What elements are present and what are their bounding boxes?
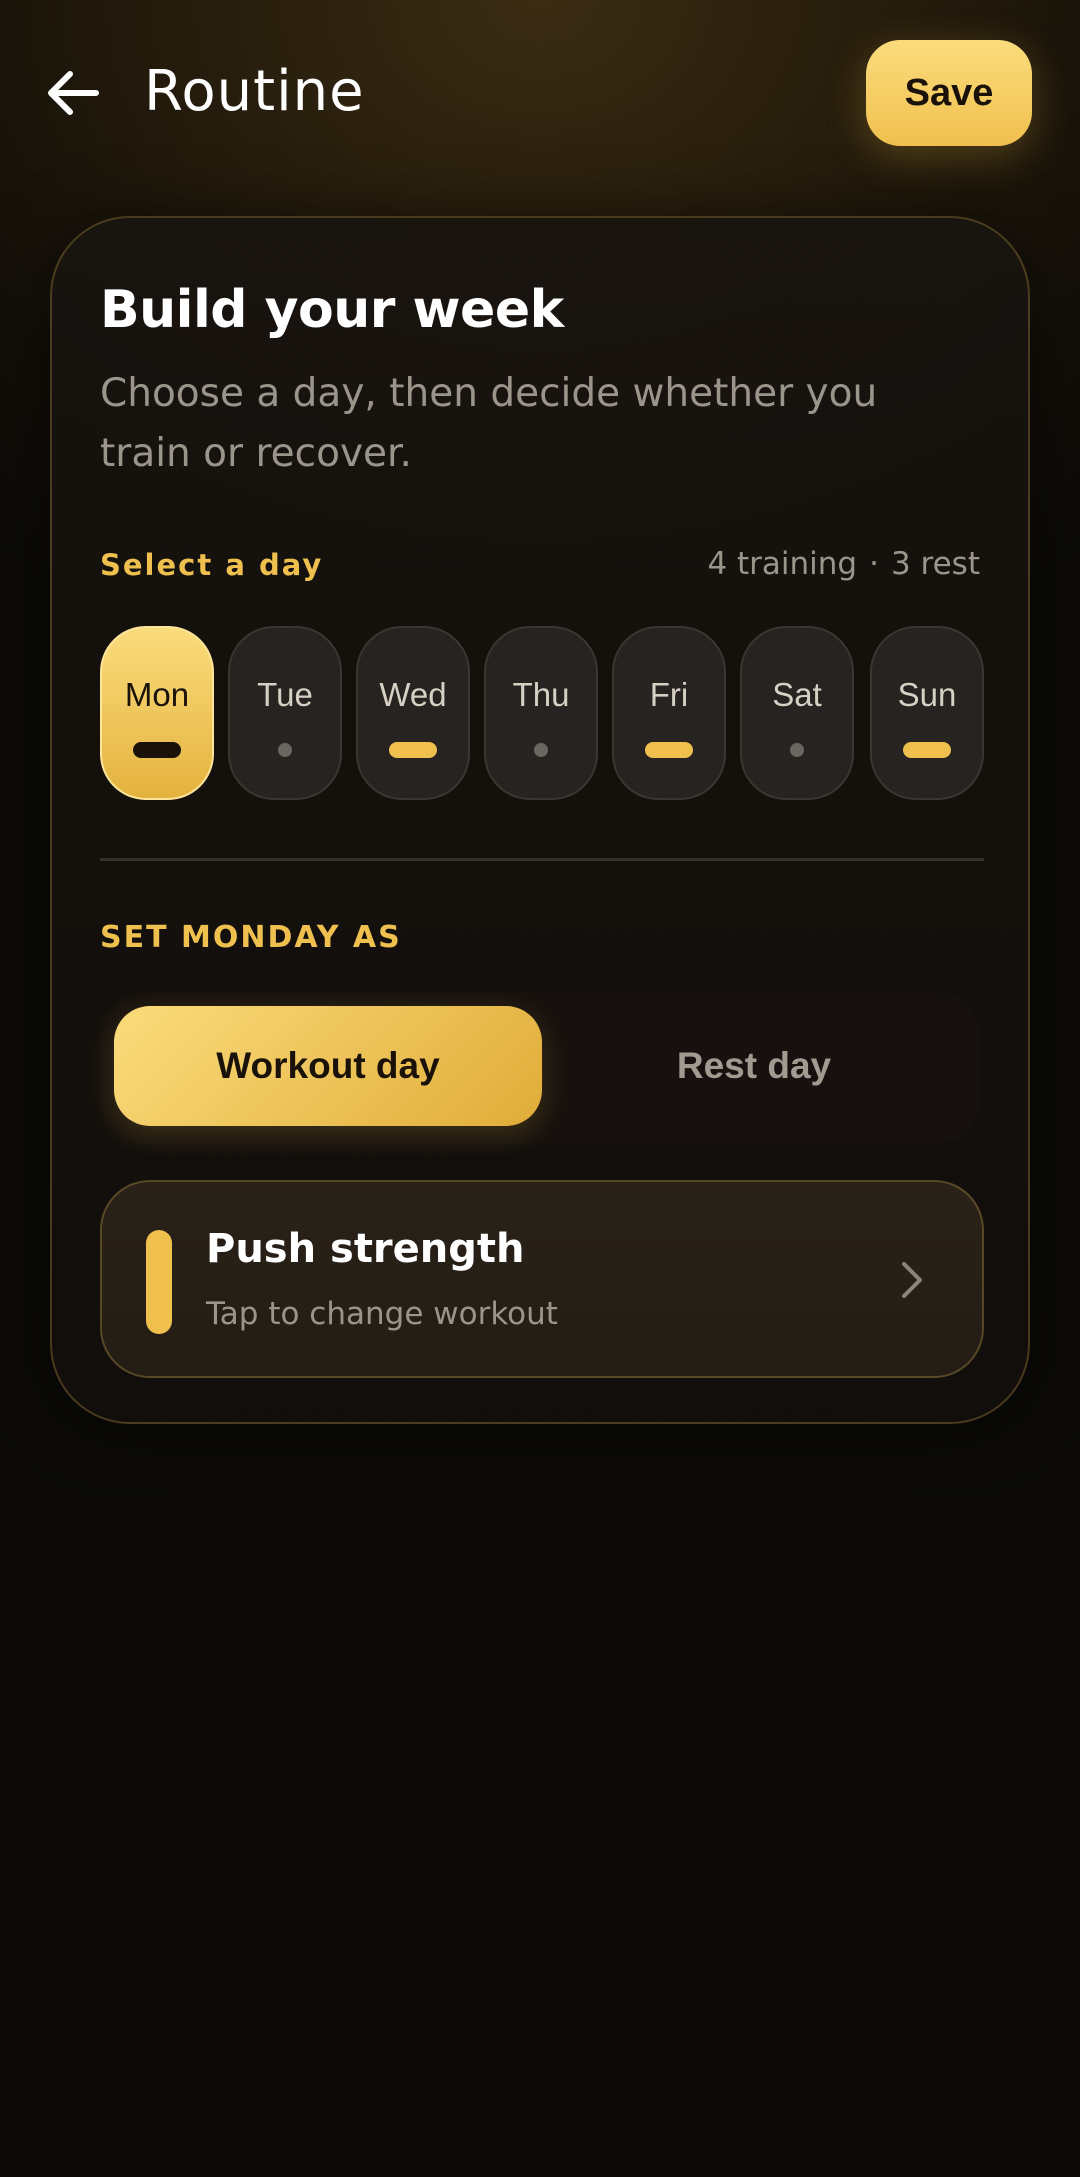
rest-day-option[interactable]: Rest day bbox=[542, 1006, 966, 1126]
divider bbox=[100, 858, 984, 861]
day-indicator bbox=[534, 743, 548, 757]
workout-accent-bar bbox=[146, 1230, 172, 1334]
day-mon[interactable]: Mon bbox=[100, 626, 214, 800]
arrow-left-icon bbox=[48, 71, 99, 115]
day-type-toggle: Workout day Rest day bbox=[100, 992, 980, 1144]
day-label: Fri bbox=[649, 676, 689, 713]
day-label: Sat bbox=[772, 676, 822, 713]
day-tue[interactable]: Tue bbox=[228, 626, 342, 800]
save-button[interactable]: Save bbox=[866, 40, 1032, 146]
workout-name: Push strength bbox=[206, 1226, 525, 1272]
workout-hint: Tap to change workout bbox=[206, 1296, 558, 1332]
set-day-label: SET MONDAY AS bbox=[100, 920, 402, 955]
select-day-label: Select a day bbox=[100, 548, 324, 582]
day-label: Tue bbox=[257, 676, 313, 713]
summary-separator: · bbox=[869, 546, 879, 582]
page-title: Routine bbox=[144, 59, 365, 124]
day-label: Sun bbox=[897, 676, 957, 713]
day-indicator bbox=[133, 742, 181, 758]
week-summary: 4 training · 3 rest bbox=[707, 546, 980, 582]
day-fri[interactable]: Fri bbox=[612, 626, 726, 800]
day-indicator bbox=[903, 742, 951, 758]
chevron-right-icon bbox=[902, 1262, 922, 1298]
back-button[interactable] bbox=[38, 58, 108, 128]
workout-selector[interactable]: Push strength Tap to change workout bbox=[100, 1180, 984, 1378]
day-thu[interactable]: Thu bbox=[484, 626, 598, 800]
day-indicator bbox=[389, 742, 437, 758]
day-label: Wed bbox=[379, 676, 447, 713]
day-sun[interactable]: Sun bbox=[870, 626, 984, 800]
day-wed[interactable]: Wed bbox=[356, 626, 470, 800]
training-count: 4 training bbox=[707, 546, 858, 582]
day-selector: Mon Tue Wed Thu Fri Sat Sun bbox=[100, 626, 984, 800]
day-sat[interactable]: Sat bbox=[740, 626, 854, 800]
day-indicator bbox=[790, 743, 804, 757]
app-header: Routine Save bbox=[0, 0, 1080, 190]
card-subtitle: Choose a day, then decide whether you tr… bbox=[100, 371, 878, 476]
build-week-card: Build your week Choose a day, then decid… bbox=[50, 216, 1030, 1424]
day-label: Thu bbox=[512, 676, 570, 713]
card-title: Build your week bbox=[100, 280, 564, 340]
day-label: Mon bbox=[124, 676, 190, 713]
rest-count: 3 rest bbox=[890, 546, 980, 582]
workout-day-option[interactable]: Workout day bbox=[114, 1006, 542, 1126]
day-indicator bbox=[645, 742, 693, 758]
day-indicator bbox=[278, 743, 292, 757]
